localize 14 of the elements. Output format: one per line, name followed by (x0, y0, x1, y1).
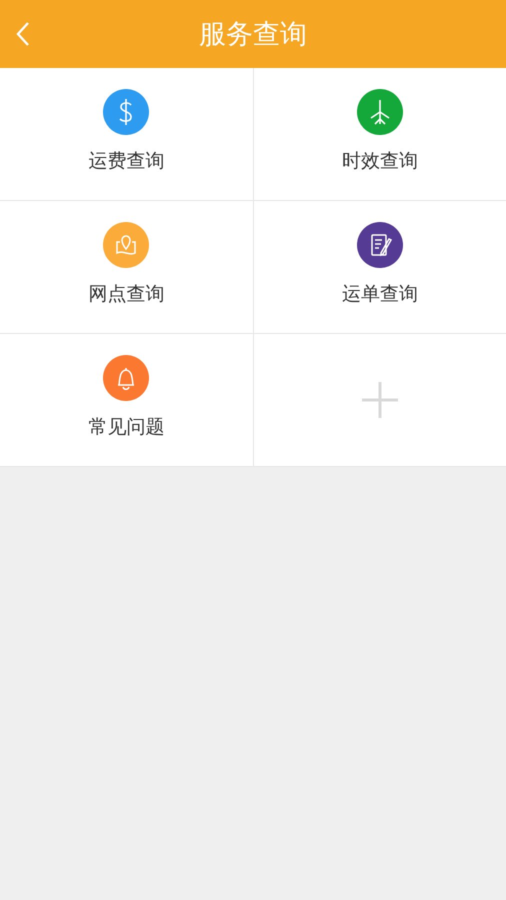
service-tile[interactable]: 常见问题 (0, 334, 252, 466)
plus-icon (360, 381, 399, 419)
tile-label: 常见问题 (88, 415, 164, 440)
tile-label: 时效查询 (342, 149, 418, 174)
page-title: 服务查询 (199, 18, 307, 52)
service-tile[interactable]: 运单查询 (254, 201, 506, 333)
service-tile[interactable]: 时效查询 (254, 68, 506, 200)
service-tile[interactable]: 运费查询 (0, 68, 252, 200)
tile-label: 运单查询 (342, 282, 418, 307)
tile-label: 运费查询 (88, 149, 164, 174)
add-tile[interactable] (254, 334, 506, 466)
tile-label: 网点查询 (88, 282, 164, 307)
service-tile[interactable]: 网点查询 (0, 201, 252, 333)
back-icon[interactable] (16, 21, 30, 47)
